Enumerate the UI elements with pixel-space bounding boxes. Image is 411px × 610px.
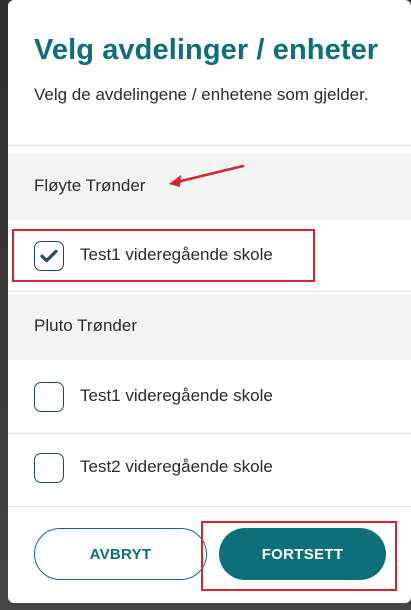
group-header-floyte-tronder: Fløyte Trønder (8, 154, 411, 220)
divider (8, 291, 411, 292)
option-label: Test1 videregående skole (80, 386, 273, 405)
option-pluto-test1-videregaende-skole[interactable]: Test1 videregående skole (8, 362, 411, 432)
option-label: Test2 videregående skole (80, 457, 273, 476)
select-departments-dialog: Velg avdelinger / enheter Velg de avdeli… (8, 0, 411, 603)
option-floyte-test1-videregaende-skole[interactable]: Test1 videregående skole (8, 221, 411, 291)
option-pluto-test2-videregaende-skole[interactable]: Test2 videregående skole (8, 433, 411, 503)
checkbox-unchecked[interactable] (34, 382, 64, 412)
check-icon (40, 249, 58, 263)
cancel-button[interactable]: AVBRYT (34, 528, 207, 580)
group-label: Pluto Trønder (34, 316, 137, 335)
option-label: Test1 videregående skole (80, 245, 273, 264)
dialog-title: Velg avdelinger / enheter (34, 34, 379, 66)
dialog-subtitle: Velg de avdelingene / enhetene som gjeld… (34, 85, 369, 104)
group-header-pluto-tronder: Pluto Trønder (8, 294, 411, 360)
divider (8, 506, 411, 507)
divider (8, 145, 411, 146)
group-label: Fløyte Trønder (34, 176, 146, 195)
checkbox-checked[interactable] (34, 241, 64, 271)
checkbox-unchecked[interactable] (34, 453, 64, 483)
continue-button[interactable]: FORTSETT (219, 528, 386, 580)
